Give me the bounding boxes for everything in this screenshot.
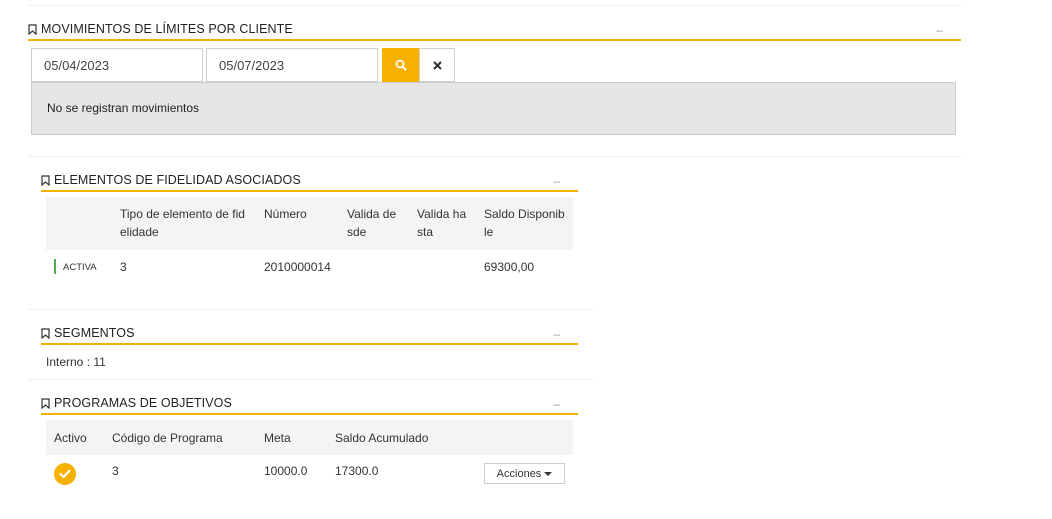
- clear-button[interactable]: [419, 48, 455, 82]
- segmentos-header: SEGMENTOS –: [41, 323, 578, 345]
- movimientos-title: MOVIMIENTOS DE LÍMITES POR CLIENTE: [41, 22, 293, 36]
- column-header-codigo: Código de Programa: [112, 431, 223, 445]
- column-header-saldo-acumulado: Saldo Acumulado: [335, 431, 429, 445]
- programas-title: PROGRAMAS DE OBJETIVOS: [54, 396, 232, 410]
- fidelidad-title: ELEMENTOS DE FIDELIDAD ASOCIADOS: [54, 173, 301, 187]
- column-header-saldo: Saldo Disponib le: [484, 207, 565, 239]
- column-header-valida-desde: Valida de sde: [347, 207, 397, 239]
- collapse-movimientos-button[interactable]: –: [936, 23, 943, 37]
- column-header-valida-hasta: Valida ha sta: [417, 207, 467, 239]
- caret-down-icon: [544, 472, 553, 476]
- column-header-activo: Activo: [54, 431, 87, 445]
- programas-header: PROGRAMAS DE OBJETIVOS –: [41, 393, 578, 415]
- check-circle-icon: [54, 463, 76, 485]
- empty-movements-message: No se registran movimientos: [31, 82, 956, 135]
- segmentos-title: SEGMENTOS: [54, 326, 135, 340]
- cell-saldo: 69300,00: [484, 260, 535, 274]
- bookmark-icon: [41, 327, 50, 339]
- fidelidad-header: ELEMENTOS DE FIDELIDAD ASOCIADOS –: [41, 170, 578, 192]
- column-header-meta: Meta: [264, 431, 291, 445]
- cell-tipo: 3: [120, 260, 127, 274]
- collapse-fidelidad-button[interactable]: –: [553, 174, 560, 188]
- top-divider: [28, 5, 962, 6]
- section-divider: [28, 156, 962, 157]
- section-divider: [28, 309, 594, 310]
- bookmark-icon: [41, 174, 50, 186]
- cell-saldo-acumulado: 17300.0: [335, 464, 379, 478]
- date-to-input[interactable]: [206, 48, 378, 82]
- segment-value: Interno : 11: [46, 355, 106, 369]
- acciones-label: Acciones: [496, 467, 542, 480]
- search-icon: [395, 59, 406, 71]
- cell-codigo: 3: [112, 464, 119, 478]
- section-divider: [28, 379, 594, 380]
- bookmark-icon: [41, 397, 50, 409]
- collapse-segmentos-button[interactable]: –: [553, 327, 560, 341]
- column-header-tipo: Tipo de elemento de fid elidade: [120, 207, 245, 239]
- search-button[interactable]: [382, 48, 419, 82]
- active-status-indicator: [54, 259, 56, 274]
- status-badge: ACTIVA: [63, 262, 97, 273]
- cell-meta: 10000.0: [264, 464, 308, 478]
- acciones-dropdown-button[interactable]: Acciones: [484, 463, 565, 484]
- column-header-numero: Número: [264, 207, 307, 221]
- date-from-input[interactable]: [31, 48, 203, 82]
- collapse-programas-button[interactable]: –: [553, 397, 560, 411]
- bookmark-icon: [28, 23, 37, 35]
- close-icon: [432, 60, 442, 70]
- movimientos-header: MOVIMIENTOS DE LÍMITES POR CLIENTE –: [28, 19, 961, 41]
- cell-numero: 2010000014: [264, 260, 331, 274]
